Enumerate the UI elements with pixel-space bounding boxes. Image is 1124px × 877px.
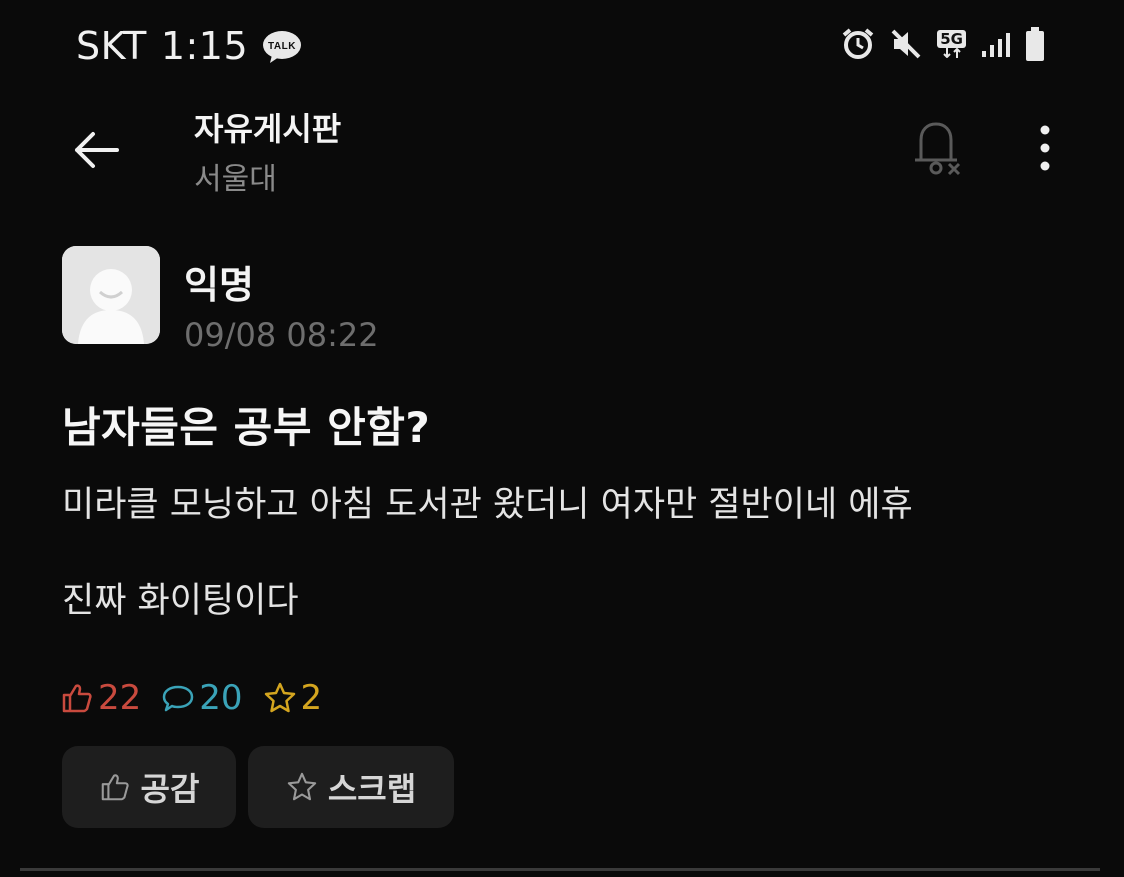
status-bar: SKT 1:15 TALK 5G [0, 0, 1124, 90]
alarm-icon [841, 27, 875, 61]
post-counters: 22 20 2 [60, 678, 342, 718]
notification-toggle-button[interactable] [905, 116, 969, 180]
clock: 1:15 [160, 24, 249, 68]
like-button-label: 공감 [140, 770, 200, 808]
mute-icon [889, 27, 923, 61]
like-count: 22 [60, 678, 141, 718]
network-label: 5G [937, 30, 966, 48]
star-icon [287, 772, 317, 801]
comment-count: 20 [161, 678, 243, 718]
divider [20, 868, 1100, 871]
post-actions: 공감 스크랩 [62, 746, 454, 828]
status-icons: 5G [841, 26, 1046, 62]
author-name: 익명 [184, 263, 254, 307]
comment-bubble-icon [163, 685, 194, 712]
talk-badge-text: TALK [268, 41, 296, 52]
post-body-line: 미라클 모닝하고 아침 도서관 왔더니 여자만 절반이네 에휴 [62, 485, 913, 525]
board-title: 자유게시판 [194, 110, 342, 148]
signal-icon [980, 29, 1010, 59]
thumbs-up-icon [62, 684, 92, 713]
back-arrow-icon [75, 132, 119, 168]
more-options-button[interactable] [1020, 116, 1070, 180]
like-count-value: 22 [98, 678, 142, 718]
like-button[interactable]: 공감 [62, 746, 236, 828]
battery-icon [1024, 26, 1046, 62]
carrier-label: SKT [76, 24, 147, 68]
scrap-button[interactable]: 스크랩 [248, 746, 454, 828]
comment-count-value: 20 [199, 678, 243, 718]
default-avatar-icon [62, 246, 160, 344]
avatar [62, 246, 160, 344]
thumbs-up-icon [101, 774, 129, 801]
post-title: 남자들은 공부 안함? [62, 403, 431, 452]
scrap-count: 2 [263, 678, 323, 718]
scrap-button-label: 스크랩 [327, 770, 417, 808]
board-subtitle: 서울대 [194, 162, 277, 197]
star-icon [264, 682, 295, 713]
post-body-line: 진짜 화이팅이다 [62, 581, 299, 621]
carrier-time: SKT 1:15 TALK [76, 24, 302, 68]
app-header: 자유게시판 서울대 [0, 90, 1124, 210]
bell-off-icon [915, 122, 961, 176]
scrap-count-value: 2 [300, 678, 323, 718]
5g-icon: 5G [937, 30, 966, 58]
back-button[interactable] [66, 120, 126, 180]
kakaotalk-icon: TALK [262, 29, 302, 63]
post-timestamp: 09/08 08:22 [184, 316, 379, 354]
post-body: 미라클 모닝하고 아침 도서관 왔더니 여자만 절반이네 에휴 진짜 화이팅이다 [62, 480, 1082, 626]
more-vertical-icon [1040, 125, 1050, 171]
